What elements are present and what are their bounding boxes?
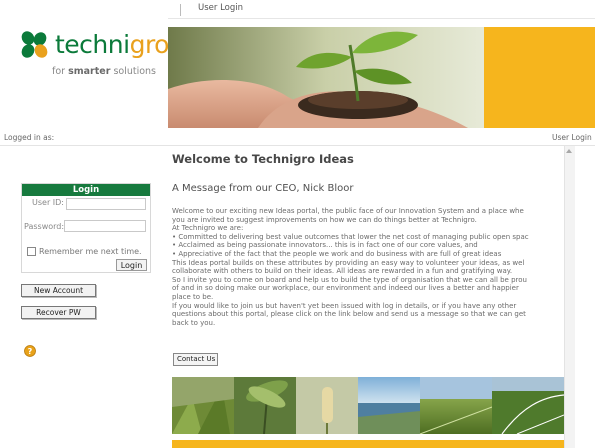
- ceo-message-line: If you would like to join us but haven't…: [172, 301, 517, 310]
- scroll-up-arrow-icon[interactable]: [566, 149, 572, 153]
- contact-us-button[interactable]: Contact Us: [173, 353, 218, 366]
- login-title: Login: [22, 184, 150, 196]
- ceo-message-line: you are invited to suggest improvements …: [172, 215, 477, 224]
- vertical-scrollbar[interactable]: [564, 146, 575, 448]
- welcome-heading: Welcome to Technigro Ideas: [172, 152, 354, 166]
- top-nav: User Login: [168, 0, 595, 19]
- password-label: Password:: [24, 222, 65, 231]
- ceo-message-line: questions about this portal, please clic…: [172, 310, 526, 319]
- user-login-link[interactable]: User Login: [198, 3, 243, 13]
- ceo-message-line: place to be.: [172, 292, 214, 301]
- tagline-bold: smarter: [68, 66, 111, 77]
- new-account-button[interactable]: New Account: [21, 284, 96, 297]
- ceo-message-line: of and in so doing make our workplace, o…: [172, 284, 519, 293]
- ceo-message-line: So I invite you to come on board and hel…: [172, 275, 527, 284]
- remember-me-label: Remember me next time.: [39, 247, 142, 256]
- help-icon[interactable]: ?: [24, 345, 36, 357]
- user-id-label: User ID:: [32, 198, 64, 207]
- ceo-message-body: Welcome to our exciting new Ideas portal…: [172, 207, 564, 327]
- gallery-photo-strip: [172, 377, 564, 434]
- brand-name-part1: techni: [55, 30, 130, 59]
- ceo-message-line: • Appreciative of the fact that the peop…: [172, 249, 502, 258]
- leaf-cluster-icon: [21, 31, 48, 58]
- main-content: Welcome to Technigro Ideas A Message fro…: [168, 146, 564, 448]
- ceo-message-heading: A Message from our CEO, Nick Bloor: [172, 183, 354, 194]
- password-input[interactable]: [64, 220, 146, 232]
- tagline-pre: for: [52, 66, 69, 77]
- ceo-message-line: Welcome to our exciting new Ideas portal…: [172, 207, 524, 215]
- brand-name-part2: gro: [129, 30, 170, 59]
- user-login-status[interactable]: User Login: [552, 133, 592, 142]
- svg-text:?: ?: [28, 347, 33, 356]
- user-id-input[interactable]: [66, 198, 146, 210]
- ceo-message-line: collaborate with others to build on thei…: [172, 267, 513, 276]
- seedling-hands-photo: [168, 27, 484, 128]
- logged-in-label: Logged in as:: [4, 133, 55, 142]
- technigro-logo: technigro for smarter solutions: [18, 30, 169, 90]
- ceo-message-line: back to you.: [172, 318, 216, 327]
- header-banner: [168, 27, 595, 128]
- login-button[interactable]: Login: [116, 259, 147, 271]
- brand-wordmark: technigro: [55, 30, 169, 60]
- ceo-message-line: • Acclaimed as being passionate innovato…: [172, 241, 478, 250]
- recover-pw-button[interactable]: Recover PW: [21, 306, 96, 319]
- nav-separator: [180, 4, 181, 16]
- login-panel: Login User ID: Password: Remember me nex…: [21, 183, 151, 273]
- footer-orange-bar: [172, 440, 564, 448]
- right-margin: [575, 146, 595, 448]
- brand-tagline: for smarter solutions: [52, 66, 156, 77]
- ceo-message-line: At Technigro we are:: [172, 224, 244, 233]
- ceo-message-line: This Ideas portal builds on these attrib…: [172, 258, 525, 267]
- remember-me-checkbox[interactable]: [27, 247, 36, 256]
- tagline-post: solutions: [110, 66, 157, 77]
- banner-orange-panel: [484, 27, 595, 128]
- ceo-message-line: • Committed to delivering best value out…: [172, 232, 529, 241]
